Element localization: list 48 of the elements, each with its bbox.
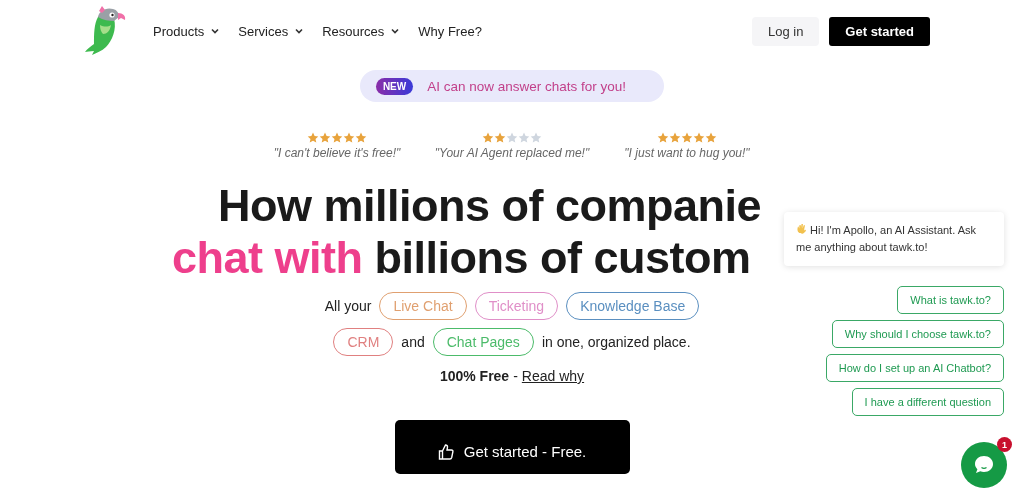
login-button[interactable]: Log in <box>751 16 820 46</box>
greeting-text: Hi! I'm Apollo, an AI Assistant. Ask me anything about tawk.to! <box>796 224 977 253</box>
new-badge: NEW <box>375 77 414 95</box>
star-icon <box>681 132 693 144</box>
star-icon <box>518 132 530 144</box>
star-icon <box>705 132 717 144</box>
announcement-banner[interactable]: NEW AI can now answer chats for you! <box>359 70 665 102</box>
star-icon <box>669 132 681 144</box>
quick-reply-button[interactable]: What is tawk.to? <box>897 286 1004 314</box>
star-icon <box>693 132 705 144</box>
read-why-link[interactable]: Read why <box>521 368 585 384</box>
thumbs-up-icon <box>437 443 454 460</box>
outro-text: in one, organized place. <box>541 334 691 350</box>
nav-menu-item[interactable]: Services <box>238 23 305 39</box>
review-quote: "I just want to hug you!" <box>624 146 750 160</box>
review-quote: "I can't believe it's free!" <box>273 146 401 160</box>
star-icon <box>319 132 331 144</box>
star-icon <box>494 132 506 144</box>
star-icon <box>657 132 669 144</box>
free-label: 100% Free <box>439 368 510 384</box>
intro-text: All your <box>324 298 372 314</box>
headline: chat with billions of custom <box>172 232 751 284</box>
quick-reply-button[interactable]: I have a different question <box>851 388 1004 416</box>
review-quote: "Your AI Agent replaced me!" <box>434 146 590 160</box>
separator-text: - <box>513 368 518 384</box>
star-icon <box>343 132 355 144</box>
star-icon <box>307 132 319 144</box>
announcement-text: AI can now answer chats for you! <box>427 78 627 94</box>
parrot-logo[interactable] <box>84 5 128 57</box>
nav-menu-item[interactable]: Products <box>153 23 221 39</box>
chat-bubble-icon <box>973 454 995 476</box>
star-icon <box>506 132 518 144</box>
headline: How millions of companie <box>218 180 762 232</box>
product-tag[interactable]: Knowledge Base <box>566 292 700 320</box>
star-icon <box>530 132 542 144</box>
get-started-button[interactable]: Get started <box>829 16 930 46</box>
unread-count-badge: 1 <box>997 437 1012 452</box>
star-icon <box>482 132 494 144</box>
chat-launcher-button[interactable] <box>961 442 1007 488</box>
waving-hand-icon <box>796 223 807 234</box>
star-icon <box>355 132 367 144</box>
nav-menu-item[interactable]: Why Free? <box>418 23 482 39</box>
quick-reply-button[interactable]: Why should I choose tawk.to? <box>831 320 1004 348</box>
joiner-text: and <box>401 334 425 350</box>
quick-reply-button[interactable]: How do I set up an AI Chatbot? <box>825 354 1004 382</box>
star-icon <box>331 132 343 144</box>
nav-menu-item[interactable]: Resources <box>322 23 401 39</box>
get-started-free-button[interactable]: Get started - Free. <box>394 420 630 474</box>
